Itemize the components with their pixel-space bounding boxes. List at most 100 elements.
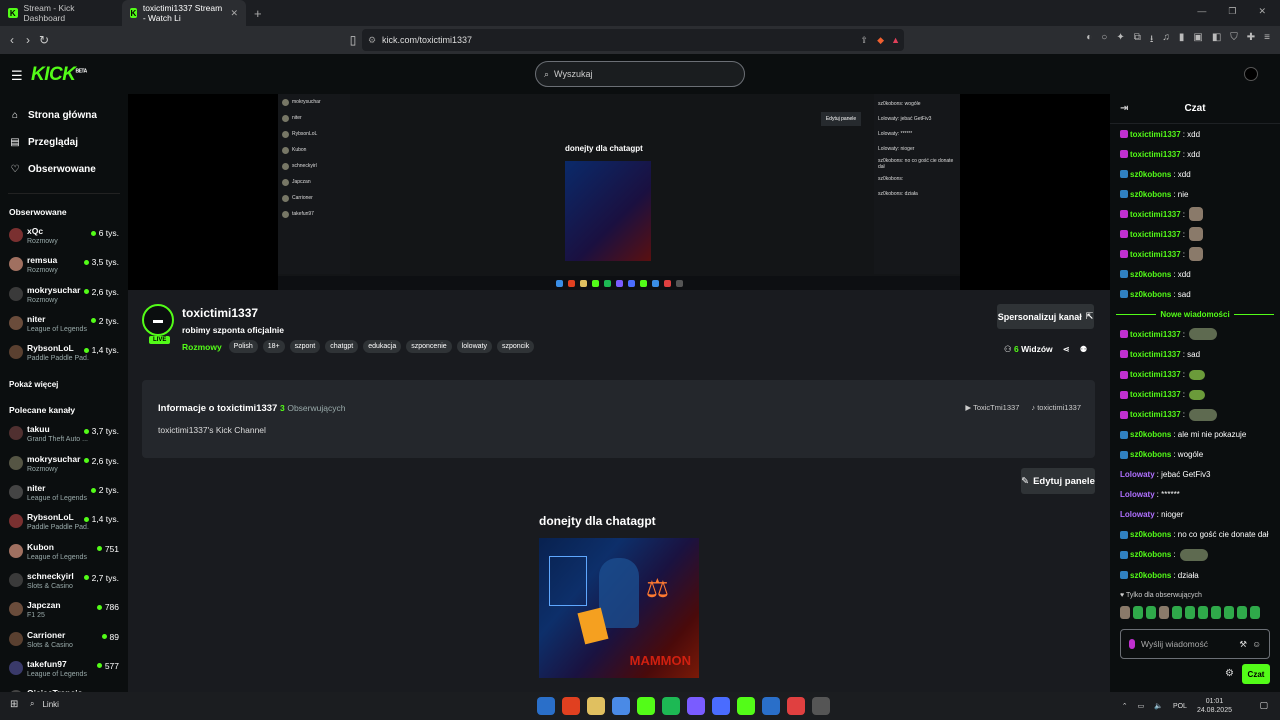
network-icon[interactable]: ▭: [1138, 702, 1145, 710]
music-icon[interactable]: ♫: [1162, 32, 1170, 49]
commands-icon[interactable]: ⚒: [1239, 639, 1247, 650]
browser-tab-stream[interactable]: K toxictimi1337 Stream - Watch Li ✕: [122, 0, 246, 26]
chat-username[interactable]: Lolowaty: [1120, 490, 1155, 499]
brave-icon[interactable]: [562, 697, 580, 715]
kick-app-icon[interactable]: [737, 697, 755, 715]
show-more-link[interactable]: Pokaż więcej: [0, 370, 128, 398]
sidebar-channel-item[interactable]: Japczan F1 25 786: [0, 598, 128, 627]
stream-tag[interactable]: chatgpt: [325, 340, 359, 353]
sidebar-item-browse[interactable]: ▤ Przeglądaj: [0, 129, 128, 156]
chat-username[interactable]: toxictimi1337: [1130, 230, 1181, 239]
share-icon[interactable]: ⋖: [1063, 344, 1070, 355]
restore-icon[interactable]: ❐: [1228, 6, 1236, 17]
chat-username[interactable]: toxictimi1337: [1130, 210, 1181, 219]
chat-username[interactable]: toxictimi1337: [1130, 330, 1181, 339]
nvidia-icon[interactable]: [637, 697, 655, 715]
sidebar-channel-item[interactable]: mokrysuchar Rozmowy 2,6 tys.: [0, 283, 128, 312]
menu-icon[interactable]: ≡: [1264, 32, 1270, 49]
chat-username[interactable]: toxictimi1337: [1130, 130, 1181, 139]
customize-channel-button[interactable]: Spersonalizuj kanał ⇱: [997, 304, 1094, 329]
steam2-icon[interactable]: [762, 697, 780, 715]
app-icon[interactable]: [712, 697, 730, 715]
hamburger-menu-icon[interactable]: ☰: [11, 68, 23, 84]
chat-username[interactable]: sz0kobons: [1130, 530, 1171, 539]
emote-icon[interactable]: [1211, 606, 1221, 619]
chat-username[interactable]: toxictimi1337: [1130, 150, 1181, 159]
vpn-icon[interactable]: ⛉: [1230, 32, 1238, 49]
extension-icon[interactable]: ◧: [1212, 32, 1221, 49]
chat-username[interactable]: sz0kobons: [1130, 550, 1171, 559]
kick-logo[interactable]: KICKBETA: [31, 64, 87, 86]
chat-username[interactable]: toxictimi1337: [1130, 410, 1181, 419]
chrome-icon[interactable]: [612, 697, 630, 715]
share-icon[interactable]: ⇪: [860, 35, 868, 46]
emote-icon[interactable]: [1172, 606, 1182, 619]
download-icon[interactable]: ⭳: [1150, 32, 1154, 49]
stream-tag[interactable]: edukacja: [363, 340, 402, 353]
close-window-icon[interactable]: ✕: [1258, 6, 1266, 17]
bookmark-icon[interactable]: ▯: [345, 33, 361, 47]
emote-icon[interactable]: [1159, 606, 1169, 619]
search-input[interactable]: ⌕ Wyszukaj: [535, 61, 745, 87]
chat-username[interactable]: toxictimi1337: [1130, 390, 1181, 399]
sidebar-item-home[interactable]: ⌂ Strona główna: [0, 102, 128, 129]
tray-chevron-icon[interactable]: ⌃: [1122, 702, 1128, 710]
video-player[interactable]: mokrysuchar niter RybsonLoL Kubon schnec…: [128, 94, 1110, 290]
emote-icon[interactable]: [1250, 606, 1260, 619]
forward-icon[interactable]: ›: [20, 33, 36, 47]
sidebar-channel-item[interactable]: RybsonLoL Paddle Paddle Pad... 1,4 tys.: [0, 510, 128, 539]
channel-name[interactable]: toxictimi1337: [182, 306, 258, 320]
chat-username[interactable]: toxictimi1337: [1130, 370, 1181, 379]
sidebar-item-following[interactable]: ♡ Obserwowane: [0, 156, 128, 183]
panel-image[interactable]: ⚖ MAMMON: [539, 538, 699, 678]
windows-start-icon[interactable]: ⊞: [10, 699, 18, 710]
brave-shield-icon[interactable]: ◆: [877, 35, 884, 46]
url-field[interactable]: ⚙ kick.com/toxictimi1337 ⇪ ◆ ▲: [362, 29, 904, 51]
brave-rewards-icon[interactable]: ▲: [891, 35, 900, 45]
emote-icon[interactable]: [1133, 606, 1143, 619]
chat-username[interactable]: sz0kobons: [1130, 190, 1171, 199]
spotify-icon[interactable]: [662, 697, 680, 715]
browser-tab-dashboard[interactable]: K Stream - Kick Dashboard: [0, 0, 122, 26]
obs-icon[interactable]: [812, 697, 830, 715]
emote-icon[interactable]: [1146, 606, 1156, 619]
collapse-chat-icon[interactable]: ⇥: [1120, 103, 1128, 114]
new-tab-icon[interactable]: +: [254, 6, 262, 21]
chat-send-button[interactable]: Czat: [1242, 664, 1270, 684]
reload-icon[interactable]: ↻: [36, 33, 52, 47]
back-icon[interactable]: ‹: [4, 33, 20, 47]
chat-username[interactable]: sz0kobons: [1130, 270, 1171, 279]
site-info-icon[interactable]: ⚙: [368, 35, 376, 46]
sidebar-channel-item[interactable]: Kubon League of Legends 751: [0, 540, 128, 569]
extension-icon[interactable]: ⧉: [1134, 32, 1141, 49]
sidebar-channel-item[interactable]: Carrioner Slots & Casino 89: [0, 628, 128, 657]
stream-tag[interactable]: 18+: [262, 340, 285, 353]
edit-panels-button[interactable]: ✎ Edytuj panele: [1021, 468, 1095, 494]
user-avatar[interactable]: [1244, 67, 1258, 81]
discord-icon[interactable]: [687, 697, 705, 715]
tiktok-link[interactable]: ♪ toxictimi1337: [1031, 403, 1081, 412]
volume-icon[interactable]: 🔈: [1154, 702, 1163, 710]
emote-icon[interactable]: [1198, 606, 1208, 619]
extension-icon[interactable]: ✚: [1247, 32, 1255, 49]
puzzle-icon[interactable]: ✦: [1116, 32, 1124, 49]
extension-icon[interactable]: ○: [1101, 32, 1107, 49]
add-user-icon[interactable]: ⚉: [1080, 344, 1088, 355]
sidebar-icon[interactable]: ▮: [1179, 32, 1185, 49]
notifications-icon[interactable]: ▢: [1259, 700, 1268, 711]
channel-avatar[interactable]: ▬: [142, 304, 174, 336]
chat-input[interactable]: Wyślij wiadomość ⚒ ☺: [1120, 629, 1270, 659]
chat-username[interactable]: sz0kobons: [1130, 430, 1171, 439]
chat-username[interactable]: sz0kobons: [1130, 571, 1171, 580]
chat-username[interactable]: toxictimi1337: [1130, 350, 1181, 359]
sidebar-channel-item[interactable]: mokrysuchar Rozmowy 2,6 tys.: [0, 452, 128, 481]
emote-icon[interactable]: [1120, 606, 1130, 619]
youtube-link[interactable]: ▶ ToxicTmi1337: [965, 403, 1019, 412]
extension-icon[interactable]: ▣: [1193, 32, 1202, 49]
stream-tag[interactable]: szponcenie: [406, 340, 452, 353]
sidebar-channel-item[interactable]: RybsonLoL Paddle Paddle Pad... 1,4 tys.: [0, 341, 128, 370]
taskbar-search[interactable]: ⌕ Linki: [30, 699, 59, 709]
sidebar-channel-item[interactable]: niter League of Legends 2 tys.: [0, 312, 128, 341]
stream-category[interactable]: Rozmowy: [182, 342, 222, 352]
sidebar-channel-item[interactable]: schneckyirl Slots & Casino 2,7 tys.: [0, 569, 128, 598]
